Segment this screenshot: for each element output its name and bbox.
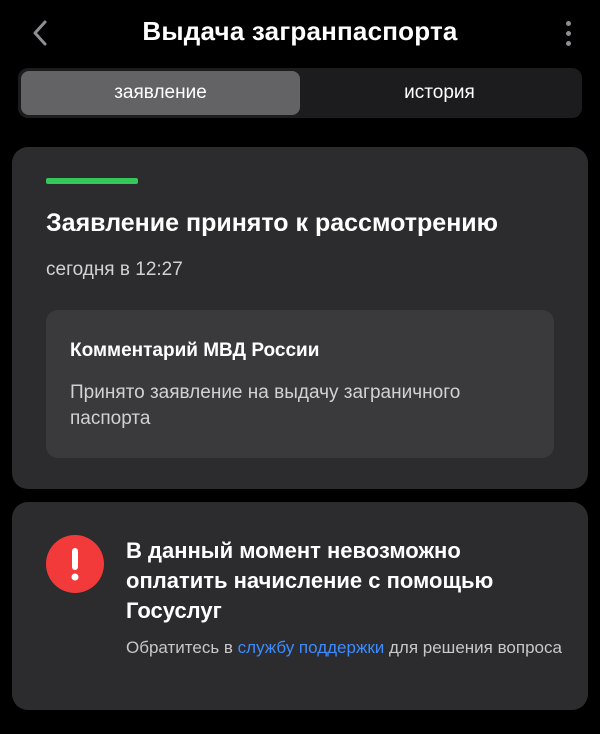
status-indicator-bar bbox=[46, 178, 138, 184]
more-vertical-icon bbox=[565, 20, 571, 26]
comment-box: Комментарий МВД России Принято заявление… bbox=[46, 310, 554, 458]
warning-text-after: для решения вопроса bbox=[384, 638, 562, 657]
comment-text: Принято заявление на выдачу заграничного… bbox=[70, 382, 461, 429]
header: Выдача загранпаспорта bbox=[0, 0, 600, 66]
exclamation-icon bbox=[46, 535, 104, 593]
more-button[interactable] bbox=[556, 16, 580, 50]
comment-title: Комментарий МВД России bbox=[70, 340, 320, 361]
status-title: Заявление принято к рассмотрению bbox=[46, 209, 499, 237]
support-link[interactable]: службу поддержки bbox=[238, 638, 385, 657]
warning-text: Обратитесь в службу поддержки для решени… bbox=[126, 636, 566, 659]
warning-title: В данный момент невозможно оплатить начи… bbox=[126, 538, 494, 623]
app-screen: Выдача загранпаспорта заявление история … bbox=[0, 0, 600, 734]
tab-application[interactable]: заявление bbox=[21, 71, 300, 115]
page-title: Выдача загранпаспорта bbox=[142, 16, 458, 46]
segmented-control: заявление история bbox=[18, 68, 582, 118]
status-card: Заявление принято к рассмотрению сегодня… bbox=[12, 147, 588, 489]
status-time: сегодня в 12:27 bbox=[46, 259, 183, 280]
warning-text-before: Обратитесь в bbox=[126, 638, 238, 657]
tab-history[interactable]: история bbox=[300, 71, 579, 115]
payment-warning-card: В данный момент невозможно оплатить начи… bbox=[12, 502, 588, 710]
